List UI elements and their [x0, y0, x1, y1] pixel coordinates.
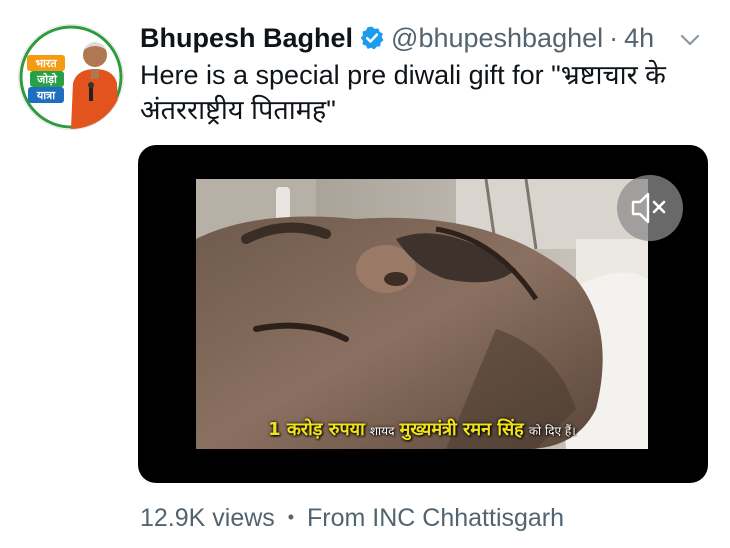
tweet-text-line2: अंतरराष्ट्रीय पितामह"	[140, 95, 336, 125]
avatar-badge-line3: यात्रा	[36, 89, 56, 102]
source-attribution[interactable]: From INC Chhattisgarh	[307, 504, 564, 532]
video-subtitle: 1 करोड़ रुपया शायद मुख्यमंत्री रमन सिंह …	[196, 417, 648, 441]
subtitle-part2: शायद	[369, 424, 395, 438]
video-still-image	[196, 179, 648, 449]
chevron-down-icon[interactable]	[676, 26, 704, 54]
tweet-text-line1: Here is a special pre diwali gift for "भ…	[140, 60, 666, 90]
avatar-image: भारत जोड़ो यात्रा	[19, 25, 123, 129]
avatar[interactable]: भारत जोड़ो यात्रा	[18, 24, 124, 130]
view-count: 12.9K views	[140, 504, 275, 532]
mute-button[interactable]	[617, 175, 683, 241]
footer-separator: •	[287, 507, 295, 527]
tweet-header: Bhupesh Baghel @bhupeshbaghel · 4h	[140, 18, 710, 58]
speaker-muted-icon	[631, 192, 666, 224]
verified-badge-icon	[359, 25, 385, 51]
video-frame[interactable]: 1 करोड़ रुपया शायद मुख्यमंत्री रमन सिंह …	[196, 179, 648, 449]
subtitle-part1: 1 करोड़ रुपया	[268, 419, 365, 440]
tweet-text: Here is a special pre diwali gift for "भ…	[140, 58, 710, 128]
avatar-badge-line1: भारत	[35, 57, 57, 70]
avatar-badge-line2: जोड़ो	[36, 72, 58, 86]
subtitle-part4: को दिए हैं।	[528, 424, 576, 438]
tweet-footer: 12.9K views • From INC Chhattisgarh	[140, 504, 564, 533]
header-separator: ·	[609, 22, 619, 53]
user-handle[interactable]: @bhupeshbaghel	[391, 23, 603, 54]
tweet-timestamp[interactable]: 4h	[624, 23, 654, 54]
video-player[interactable]: 1 करोड़ रुपया शायद मुख्यमंत्री रमन सिंह …	[138, 145, 708, 483]
display-name[interactable]: Bhupesh Baghel	[140, 23, 353, 54]
subtitle-part3: मुख्यमंत्री रमन सिंह	[399, 419, 524, 440]
